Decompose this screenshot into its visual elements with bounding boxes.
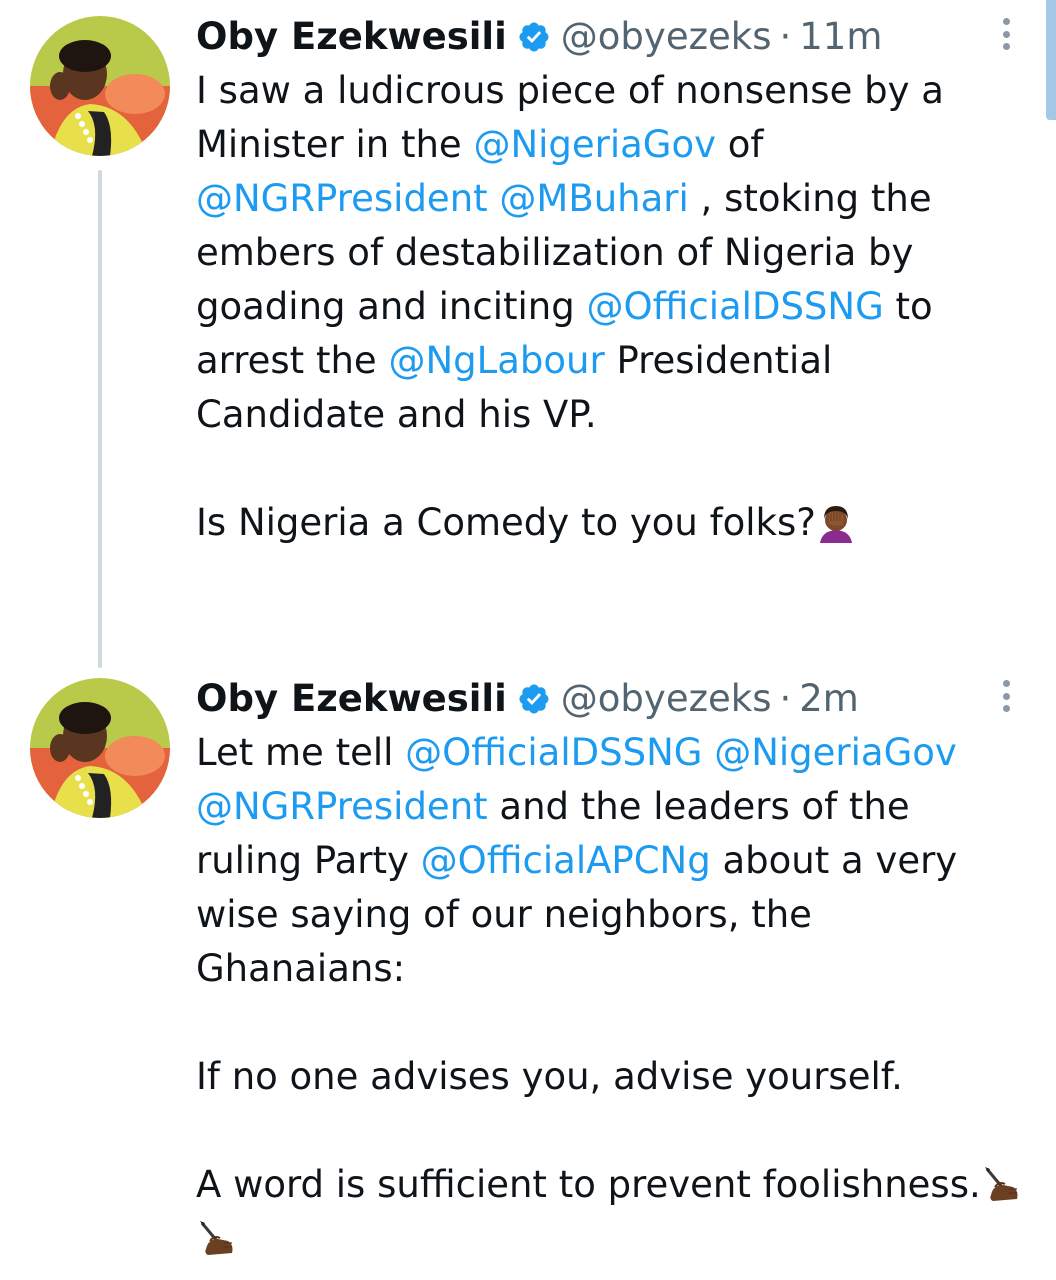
mention-link[interactable]: @OfficialAPCNg — [421, 839, 711, 882]
mention-link[interactable]: @NigeriaGov — [714, 731, 957, 774]
separator-dot: · — [779, 677, 792, 720]
tweet-text: Let me tell @OfficialDSSNG @NigeriaGov @… — [196, 726, 1026, 1266]
writing-hand-emoji — [981, 1165, 1021, 1205]
mention-link[interactable]: @MBuhari — [499, 177, 688, 220]
tweet-paragraph: Is Nigeria a Comedy to you folks? — [196, 496, 1026, 550]
facepalm-emoji — [816, 503, 856, 543]
verified-badge-icon — [517, 20, 551, 54]
tweet-text-run: Let me tell — [196, 731, 406, 774]
tweet-paragraph: Let me tell @OfficialDSSNG @NigeriaGov @… — [196, 726, 1026, 996]
tweet-text-run: If no one advises you, advise yourself. — [196, 1055, 903, 1098]
mention-link[interactable]: @OfficialDSSNG — [586, 285, 883, 328]
mention-link[interactable]: @NGRPresident — [196, 177, 488, 220]
writing-hand-emoji — [196, 1219, 236, 1259]
tweet-paragraph: A word is sufficient to prevent foolishn… — [196, 1158, 1026, 1266]
author-name[interactable]: Oby Ezekwesili — [196, 12, 507, 62]
tweet-text-run: A word is sufficient to prevent foolishn… — [196, 1163, 981, 1206]
tweet-text: I saw a ludicrous piece of nonsense by a… — [196, 64, 1026, 550]
thread-connector-line — [98, 170, 102, 668]
tweet-text-run — [488, 177, 500, 220]
tweet-thread: Oby Ezekwesili @obyezeks · 11m I saw a l… — [0, 0, 1056, 1280]
tweet-paragraph: If no one advises you, advise yourself. — [196, 1050, 1026, 1104]
author-handle[interactable]: @obyezeks — [561, 12, 772, 62]
verified-badge-icon — [517, 682, 551, 716]
more-options-icon[interactable] — [996, 676, 1016, 716]
tweet-text-run: of — [716, 123, 764, 166]
tweet-text-run: Is Nigeria a Comedy to you folks? — [196, 501, 816, 544]
mention-link[interactable]: @NGRPresident — [196, 785, 488, 828]
author-name[interactable]: Oby Ezekwesili — [196, 674, 507, 724]
timestamp[interactable]: 2m — [799, 674, 859, 724]
tweet-paragraph: I saw a ludicrous piece of nonsense by a… — [196, 64, 1026, 442]
author-handle[interactable]: @obyezeks — [561, 674, 772, 724]
avatar[interactable] — [30, 678, 170, 818]
separator-dot: · — [779, 15, 792, 58]
more-options-icon[interactable] — [996, 14, 1016, 54]
scrollbar[interactable] — [1046, 0, 1056, 120]
tweet-text-run — [702, 731, 714, 774]
mention-link[interactable]: @OfficialDSSNG — [405, 731, 702, 774]
timestamp[interactable]: 11m — [799, 12, 882, 62]
mention-link[interactable]: @NgLabour — [388, 339, 604, 382]
tweet-header: Oby Ezekwesili @obyezeks · 11m — [196, 12, 882, 62]
tweet-header: Oby Ezekwesili @obyezeks · 2m — [196, 674, 859, 724]
avatar[interactable] — [30, 16, 170, 156]
mention-link[interactable]: @NigeriaGov — [473, 123, 716, 166]
